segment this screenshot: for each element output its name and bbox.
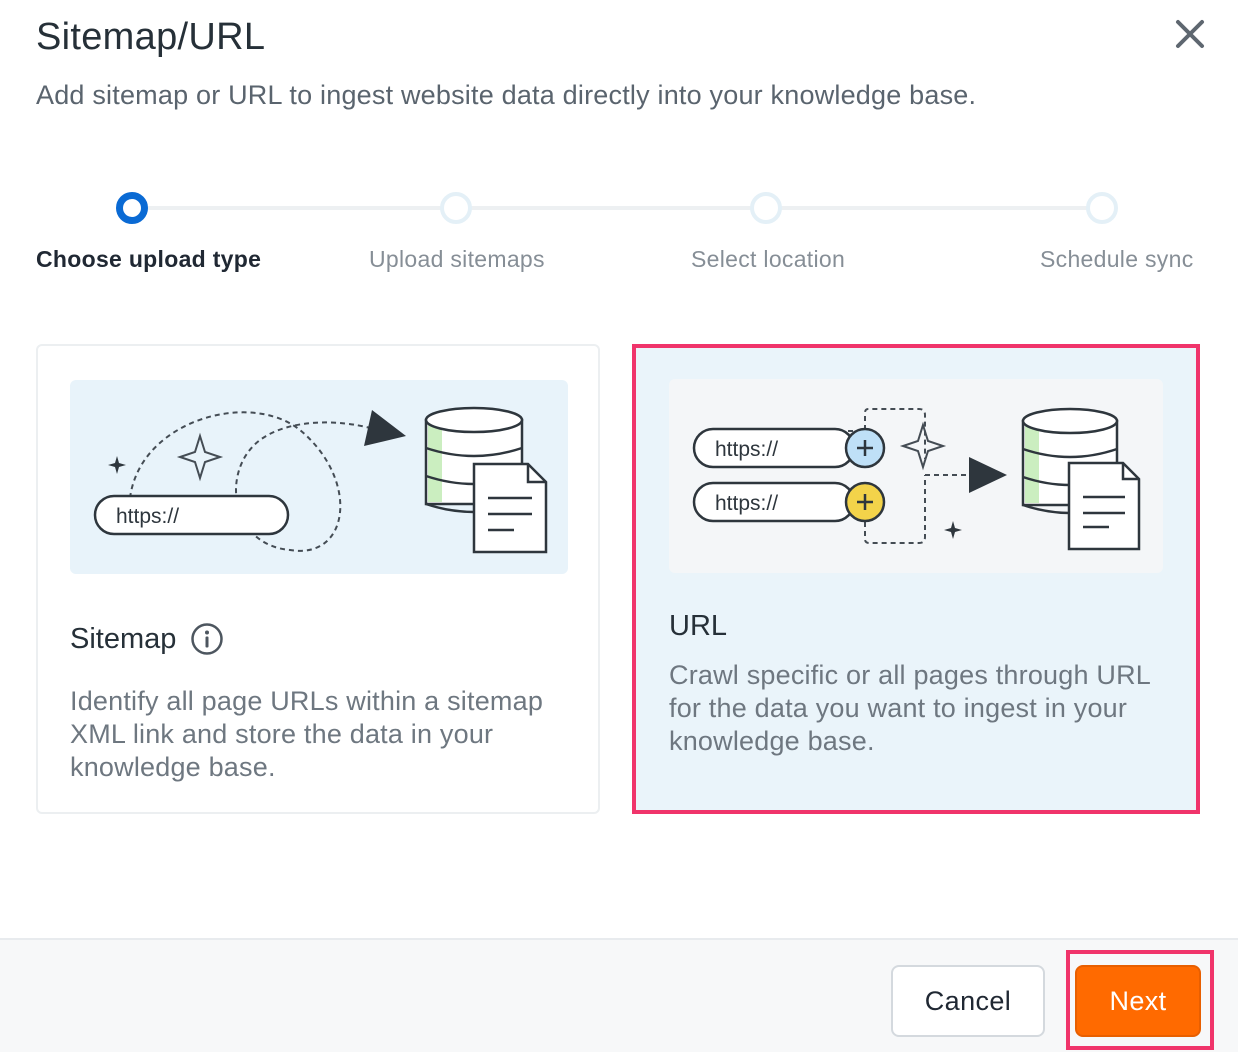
- step-indicator-choose-upload-type: [116, 192, 148, 224]
- sitemap-option-card[interactable]: https:// Sitemap Identify all page URLs …: [36, 344, 600, 814]
- url-title: URL: [669, 610, 728, 642]
- url-illustration-text-2: https://: [715, 492, 778, 515]
- dialog-subtitle: Add sitemap or URL to ingest website dat…: [36, 80, 977, 110]
- url-illustration-text-1: https://: [715, 438, 778, 461]
- dialog-footer: Cancel Next: [0, 938, 1238, 1052]
- url-option-card[interactable]: https:// https:// URL Crawl specific or …: [632, 344, 1200, 814]
- close-icon: [1176, 20, 1204, 48]
- stepper-track: [132, 206, 1102, 210]
- step-indicator-upload-sitemaps: [440, 192, 472, 224]
- url-description: Crawl specific or all pages through URL …: [669, 660, 1151, 756]
- info-icon[interactable]: [190, 622, 224, 656]
- sitemap-illustration-url-text: https://: [116, 505, 179, 528]
- sitemap-title-row: Sitemap: [70, 622, 224, 656]
- cancel-button[interactable]: Cancel: [891, 965, 1045, 1037]
- sitemap-url-dialog: Sitemap/URL Add sitemap or URL to ingest…: [0, 0, 1238, 1052]
- sitemap-title: Sitemap: [70, 622, 177, 655]
- url-illustration: https:// https://: [669, 379, 1163, 573]
- step-label-upload-sitemaps: Upload sitemaps: [369, 246, 545, 272]
- step-indicator-select-location: [750, 192, 782, 224]
- close-button[interactable]: [1172, 16, 1208, 52]
- sitemap-illustration: https://: [70, 380, 568, 574]
- sitemap-description: Identify all page URLs within a sitemap …: [70, 686, 544, 782]
- step-label-schedule-sync: Schedule sync: [1040, 246, 1194, 272]
- next-button[interactable]: Next: [1075, 965, 1201, 1037]
- step-label-choose-upload-type: Choose upload type: [36, 246, 262, 272]
- stepper: Choose upload type Upload sitemaps Selec…: [0, 190, 1238, 290]
- dialog-title: Sitemap/URL: [36, 16, 266, 58]
- step-indicator-schedule-sync: [1086, 192, 1118, 224]
- step-label-select-location: Select location: [691, 246, 846, 272]
